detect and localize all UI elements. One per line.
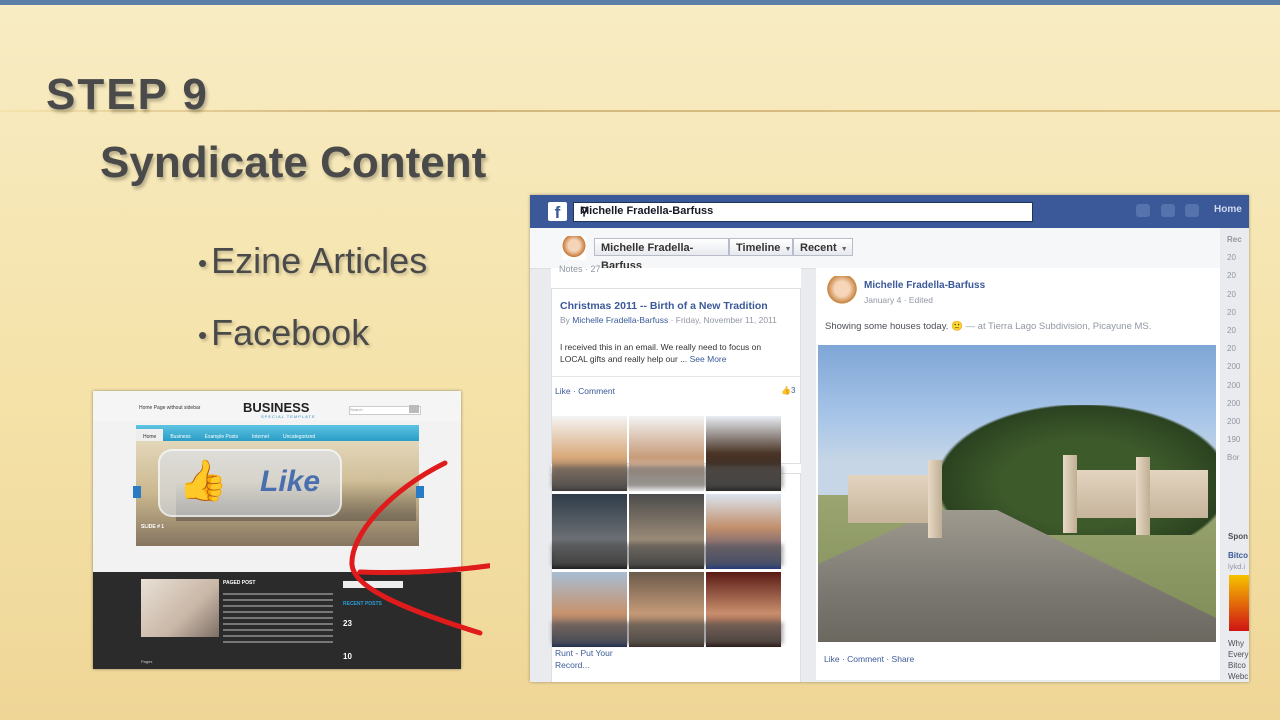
chevron-down-icon: ▼ [784, 246, 792, 253]
post-meta[interactable]: January 4 · Edited [864, 295, 933, 305]
blog-brand: BUSINESS [243, 400, 310, 415]
blog-brand-sub: SPECIAL TEMPLATE [261, 414, 316, 419]
thumbs-up-icon: 👍 [178, 459, 228, 503]
recent-dropdown[interactable]: Recent ▼ [793, 238, 853, 256]
top-border [0, 0, 1280, 5]
divider [552, 376, 800, 377]
timeline-year[interactable]: 200 [1227, 377, 1249, 395]
like-count[interactable]: 👍3 [781, 386, 795, 395]
slide-subtitle: Syndicate Content [100, 138, 487, 187]
like-text: Like [260, 465, 321, 498]
avatar[interactable] [562, 236, 586, 260]
pages-label: Pages [141, 659, 153, 664]
bullet-ezine: • Ezine Articles [198, 240, 428, 281]
ad-image[interactable] [1229, 575, 1249, 631]
post-author[interactable]: Michelle Fradella-Barfuss [864, 280, 985, 291]
post-location[interactable]: — at Tierra Lago Subdivision, Picayune M… [966, 321, 1152, 332]
recent-post-2[interactable]: 10 [343, 646, 413, 664]
note-body: I received this in an email. We really n… [560, 342, 762, 364]
timeline-year[interactable]: 200 [1227, 358, 1249, 376]
post-actions[interactable]: Like · Comment · Share [824, 654, 914, 664]
blurred-caption [552, 622, 783, 644]
notifications-icon[interactable] [1185, 204, 1199, 217]
post-status: Showing some houses today. 🙂 — at Tierra… [825, 321, 1152, 332]
bullet-ezine-text: Ezine Articles [211, 240, 428, 281]
blurred-caption [552, 544, 783, 566]
photo-grid [552, 416, 783, 647]
bullet-facebook: • Facebook [198, 312, 370, 353]
note-meta: By Michelle Fradella-Barfuss · Friday, N… [560, 315, 777, 325]
timeline-year[interactable]: 200 [1227, 413, 1249, 431]
sponsored-label: Spon [1228, 532, 1248, 541]
blog-search-button[interactable] [409, 405, 419, 413]
note-actions[interactable]: Like · Comment [555, 386, 615, 396]
facebook-search-input[interactable]: Michelle Fradella-Barfuss ⚲ [573, 202, 1033, 222]
ad-domain: lykd.i [1228, 562, 1246, 571]
post-card: Michelle Fradella-Barfuss January 4 · Ed… [816, 268, 1220, 680]
ad-title[interactable]: Bitco [1228, 551, 1248, 560]
friend-requests-icon[interactable] [1136, 204, 1150, 217]
facebook-screenshot: f Michelle Fradella-Barfuss ⚲ Home Miche… [530, 195, 1249, 682]
blog-menu-internet[interactable]: Internet [245, 429, 276, 440]
post-title[interactable]: PAGED POST [223, 580, 255, 586]
timeline-years: Rec 20 20 20 20 20 20 200 200 200 200 19… [1227, 231, 1249, 468]
facebook-logo-icon[interactable]: f [548, 202, 567, 222]
ad-text: Why Every Bitco Webc [1228, 639, 1249, 681]
timeline-year[interactable]: 200 [1227, 395, 1249, 413]
team-photo [141, 579, 219, 637]
slide-caption: SLIDE # 1 [141, 524, 165, 530]
blurred-caption [552, 466, 783, 488]
avatar[interactable] [826, 276, 858, 308]
timeline-year[interactable]: 20 [1227, 322, 1249, 340]
bullet-facebook-text: Facebook [211, 312, 370, 353]
blog-menu: Home Business Example Posts Internet Uncateg… [136, 425, 419, 445]
blog-menu-business[interactable]: Business [163, 429, 197, 440]
timeline-year[interactable]: Bor [1227, 449, 1249, 467]
timeline-year[interactable]: 20 [1227, 286, 1249, 304]
profile-subbar: Michelle Fradella-Barfuss Timeline ▼ Rece… [530, 228, 1220, 272]
like-badge: 👍 Like [158, 449, 342, 517]
timeline-year[interactable]: 190 [1227, 431, 1249, 449]
post-body [223, 589, 333, 647]
blog-menu-uncategorized[interactable]: Uncategorized [276, 429, 322, 440]
messages-icon[interactable] [1161, 204, 1175, 217]
timeline-year[interactable]: 20 [1227, 304, 1249, 322]
timeline-dropdown[interactable]: Timeline ▼ [729, 238, 793, 256]
profile-name-button[interactable]: Michelle Fradella-Barfuss [594, 238, 729, 272]
slide-title: STEP 9 [46, 70, 209, 119]
see-more-link[interactable]: See More [690, 354, 727, 364]
post-photo[interactable] [818, 345, 1216, 642]
note-author-link[interactable]: Michelle Fradella-Barfuss [572, 315, 668, 325]
runt-caption[interactable]: Runt - Put Your Record... [555, 647, 625, 671]
slider-prev-icon[interactable] [133, 486, 141, 498]
blog-menu-example[interactable]: Example Posts [198, 429, 245, 440]
timeline-year[interactable]: Rec [1227, 231, 1249, 249]
home-link[interactable]: Home [1214, 204, 1242, 215]
blog-nav[interactable]: Home Page without sidebar [139, 405, 200, 411]
timeline-year[interactable]: 20 [1227, 267, 1249, 285]
search-icon[interactable]: ⚲ [580, 205, 1028, 218]
timeline-year[interactable]: 20 [1227, 249, 1249, 267]
timeline-year[interactable]: 20 [1227, 340, 1249, 358]
red-arrow-icon [349, 460, 490, 636]
note-title[interactable]: Christmas 2011 -- Birth of a New Traditi… [560, 300, 768, 312]
notes-header[interactable]: Notes · 27 [559, 264, 601, 274]
chevron-down-icon: ▼ [840, 246, 848, 253]
